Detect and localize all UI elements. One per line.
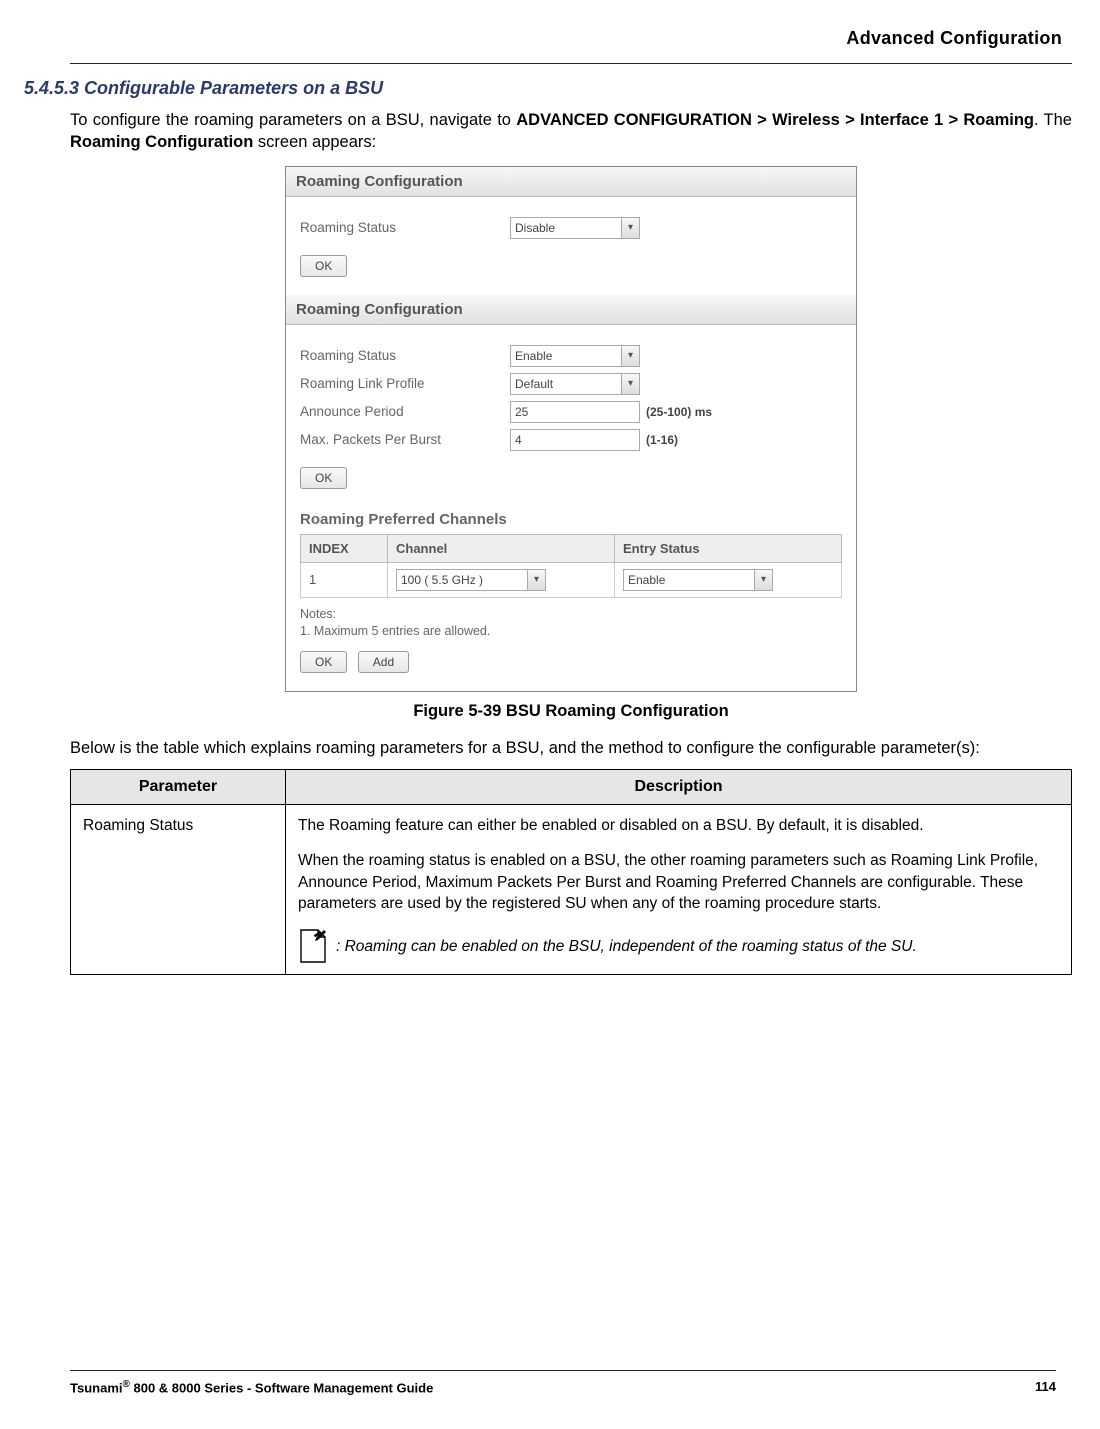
intro-pre: To configure the roaming parameters on a… bbox=[70, 111, 516, 129]
roaming-status-value-2: Enable bbox=[515, 349, 552, 363]
intro-screen: Roaming Configuration bbox=[70, 133, 253, 151]
param-desc-cell: The Roaming feature can either be enable… bbox=[286, 804, 1072, 975]
footer-left: Tsunami® 800 & 8000 Series - Software Ma… bbox=[70, 1379, 433, 1395]
th-description: Description bbox=[286, 769, 1072, 804]
desc-note: : Roaming can be enabled on the BSU, ind… bbox=[336, 936, 917, 957]
param-name-cell: Roaming Status bbox=[71, 804, 286, 975]
roaming-config-screenshot: Roaming Configuration Roaming Status Dis… bbox=[285, 166, 857, 692]
chevron-down-icon: ▾ bbox=[527, 570, 545, 590]
footer-product-post: 800 & 8000 Series - Software Management … bbox=[130, 1380, 433, 1395]
col-index: INDEX bbox=[301, 534, 388, 562]
link-profile-label: Roaming Link Profile bbox=[300, 376, 510, 391]
figure-caption: Figure 5-39 BSU Roaming Configuration bbox=[70, 702, 1072, 721]
announce-period-label: Announce Period bbox=[300, 404, 510, 419]
roaming-status-value: Disable bbox=[515, 221, 555, 235]
chevron-down-icon: ▾ bbox=[621, 218, 639, 238]
roaming-status-select-enabled[interactable]: Enable ▾ bbox=[510, 345, 640, 367]
chevron-down-icon: ▾ bbox=[621, 346, 639, 366]
header-section-name: Advanced Configuration bbox=[70, 28, 1072, 49]
max-packets-input[interactable] bbox=[510, 429, 640, 451]
table-row: 1 100 ( 5.5 GHz ) ▾ Enable ▾ bbox=[301, 562, 842, 597]
cell-index: 1 bbox=[301, 562, 388, 597]
notes-title: Notes: bbox=[300, 606, 842, 624]
note-1: 1. Maximum 5 entries are allowed. bbox=[300, 623, 842, 641]
preferred-channels-heading: Roaming Preferred Channels bbox=[300, 511, 842, 528]
entry-status-select[interactable]: Enable ▾ bbox=[623, 569, 773, 591]
footer-rule bbox=[70, 1370, 1056, 1371]
header-rule bbox=[70, 63, 1072, 64]
chevron-down-icon: ▾ bbox=[621, 374, 639, 394]
entry-status-value: Enable bbox=[628, 573, 665, 587]
intro-paragraph: To configure the roaming parameters on a… bbox=[70, 109, 1072, 154]
note-icon bbox=[298, 928, 328, 964]
ok-button[interactable]: OK bbox=[300, 651, 347, 673]
section-heading: 5.4.5.3 Configurable Parameters on a BSU bbox=[24, 78, 1072, 99]
announce-period-input[interactable] bbox=[510, 401, 640, 423]
add-button[interactable]: Add bbox=[358, 651, 409, 673]
parameter-table: Parameter Description Roaming Status The… bbox=[70, 769, 1072, 976]
announce-period-hint: (25-100) ms bbox=[646, 405, 712, 419]
ok-button[interactable]: OK bbox=[300, 255, 347, 277]
channel-select[interactable]: 100 ( 5.5 GHz ) ▾ bbox=[396, 569, 546, 591]
chevron-down-icon: ▾ bbox=[754, 570, 772, 590]
max-packets-hint: (1-16) bbox=[646, 433, 678, 447]
desc-p2: When the roaming status is enabled on a … bbox=[298, 850, 1059, 914]
link-profile-value: Default bbox=[515, 377, 553, 391]
desc-p1: The Roaming feature can either be enable… bbox=[298, 815, 1059, 836]
roaming-status-select-disabled[interactable]: Disable ▾ bbox=[510, 217, 640, 239]
page-number: 114 bbox=[1035, 1379, 1056, 1395]
table-row: Roaming Status The Roaming feature can e… bbox=[71, 804, 1072, 975]
preferred-channels-table: INDEX Channel Entry Status 1 100 ( 5.5 G… bbox=[300, 534, 842, 598]
roaming-status-label-2: Roaming Status bbox=[300, 348, 510, 363]
ok-button[interactable]: OK bbox=[300, 467, 347, 489]
registered-icon: ® bbox=[123, 1379, 130, 1390]
footer-product-pre: Tsunami bbox=[70, 1380, 123, 1395]
panel1-title: Roaming Configuration bbox=[286, 167, 856, 197]
intro-mid: . The bbox=[1034, 111, 1072, 129]
link-profile-select[interactable]: Default ▾ bbox=[510, 373, 640, 395]
max-packets-label: Max. Packets Per Burst bbox=[300, 432, 510, 447]
th-parameter: Parameter bbox=[71, 769, 286, 804]
panel2-title: Roaming Configuration bbox=[286, 295, 856, 325]
col-channel: Channel bbox=[388, 534, 615, 562]
intro-navpath: ADVANCED CONFIGURATION > Wireless > Inte… bbox=[516, 111, 1034, 129]
table-intro: Below is the table which explains roamin… bbox=[70, 737, 1072, 759]
channel-value: 100 ( 5.5 GHz ) bbox=[401, 573, 483, 587]
col-entry-status: Entry Status bbox=[615, 534, 842, 562]
roaming-status-label: Roaming Status bbox=[300, 220, 510, 235]
intro-post: screen appears: bbox=[253, 133, 376, 151]
